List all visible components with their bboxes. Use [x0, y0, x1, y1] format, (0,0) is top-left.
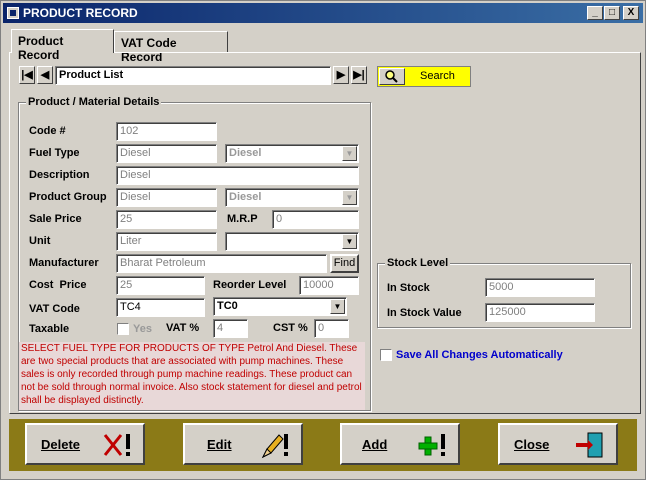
cst-percent-field[interactable]: 0 [314, 319, 349, 338]
vat-code-combo[interactable]: TC0 ▼ [213, 297, 347, 316]
fuel-type-note: SELECT FUEL TYPE FOR PRODUCTS OF TYPE Pe… [19, 342, 365, 410]
taxable-yes-label: Yes [133, 323, 152, 335]
app-icon [7, 7, 19, 19]
search-icon [379, 68, 405, 85]
cost-price-field[interactable]: 25 [116, 276, 205, 295]
vat-percent-label: VAT % [166, 322, 200, 334]
cost-price-label: Cost Price [29, 279, 87, 291]
in-stock-field[interactable]: 5000 [485, 278, 595, 297]
last-record-button[interactable]: ▶| [351, 66, 367, 84]
find-button[interactable]: Find [330, 254, 359, 273]
sale-price-field[interactable]: 25 [116, 210, 217, 229]
autosave-checkbox[interactable] [380, 349, 392, 361]
chevron-down-icon[interactable]: ▼ [342, 190, 357, 205]
maximize-button[interactable]: □ [604, 6, 620, 20]
close-button[interactable]: Close [498, 423, 618, 465]
title-bar[interactable]: PRODUCT RECORD _ □ X [3, 3, 643, 23]
code-field[interactable]: 102 [116, 122, 217, 141]
delete-button[interactable]: Delete [25, 423, 145, 465]
tab-label: Product Record [18, 34, 64, 62]
fuel-type-combo[interactable]: Diesel ▼ [225, 144, 359, 163]
vat-code-label: VAT Code [29, 303, 80, 315]
product-group-label: Product Group [29, 191, 107, 203]
first-record-button[interactable]: |◀ [19, 66, 35, 84]
reorder-level-label: Reorder Level [213, 279, 287, 291]
delete-icon [103, 434, 130, 456]
product-group-combo[interactable]: Diesel ▼ [225, 188, 359, 207]
manufacturer-label: Manufacturer [29, 257, 99, 269]
search-button[interactable]: Search [377, 66, 471, 87]
chevron-down-icon[interactable]: ▼ [342, 234, 357, 249]
code-label: Code # [29, 125, 66, 137]
edit-button[interactable]: Edit [183, 423, 303, 465]
delete-label: Delete [41, 437, 81, 452]
add-button[interactable]: Add [340, 423, 460, 465]
window-title: PRODUCT RECORD [23, 6, 138, 20]
action-bar: Delete Edit Add Close [9, 419, 637, 471]
unit-label: Unit [29, 235, 51, 247]
exit-door-icon [576, 432, 603, 458]
search-label: Search [420, 70, 455, 82]
fuel-type-combo-value: Diesel [229, 147, 262, 159]
close-window-button[interactable]: X [623, 6, 639, 20]
stock-level-title: Stock Level [385, 257, 451, 269]
unit-field[interactable]: Liter [116, 232, 217, 251]
vat-code-field[interactable]: TC4 [116, 298, 205, 317]
minimize-button[interactable]: _ [587, 6, 603, 20]
add-label: Add [362, 437, 388, 452]
manufacturer-field[interactable]: Bharat Petroleum [116, 254, 327, 273]
mrp-field[interactable]: 0 [272, 210, 359, 229]
chevron-down-icon[interactable]: ▼ [342, 146, 357, 161]
plus-icon [418, 434, 445, 456]
in-stock-label: In Stock [387, 282, 430, 294]
vat-code-combo-value: TC0 [217, 300, 238, 312]
taxable-label: Taxable [29, 323, 70, 335]
previous-record-button[interactable]: ◀ [37, 66, 53, 84]
tab-vat-code-record[interactable]: VAT Code Record [114, 31, 228, 64]
fuel-type-field[interactable]: Diesel [116, 144, 217, 163]
edit-label: Edit [207, 437, 232, 452]
product-group-field[interactable]: Diesel [116, 188, 217, 207]
chevron-down-icon[interactable]: ▼ [330, 299, 345, 314]
tab-product-record[interactable]: Product Record [11, 29, 114, 62]
fuel-type-label: Fuel Type [29, 147, 80, 159]
vat-percent-field[interactable]: 4 [213, 319, 248, 338]
mrp-label: M.R.P [227, 213, 258, 225]
sale-price-label: Sale Price [29, 213, 82, 225]
next-record-button[interactable]: ▶ [333, 66, 349, 84]
description-field[interactable]: Diesel [116, 166, 359, 185]
taxable-checkbox[interactable] [117, 323, 129, 335]
close-label: Close [514, 437, 550, 452]
product-details-title: Product / Material Details [26, 96, 162, 108]
description-label: Description [29, 169, 90, 181]
reorder-level-field[interactable]: 10000 [299, 276, 359, 295]
pencil-icon [261, 434, 288, 459]
product-group-combo-value: Diesel [229, 191, 262, 203]
unit-combo[interactable]: ▼ [225, 232, 359, 251]
product-record-window: PRODUCT RECORD _ □ X Product Record VAT … [0, 0, 646, 480]
in-stock-value-label: In Stock Value [387, 307, 462, 319]
cst-percent-label: CST % [273, 322, 308, 334]
product-list-combo[interactable]: Product List [55, 66, 331, 85]
in-stock-value-field[interactable]: 125000 [485, 303, 595, 322]
autosave-label[interactable]: Save All Changes Automatically [396, 349, 563, 361]
